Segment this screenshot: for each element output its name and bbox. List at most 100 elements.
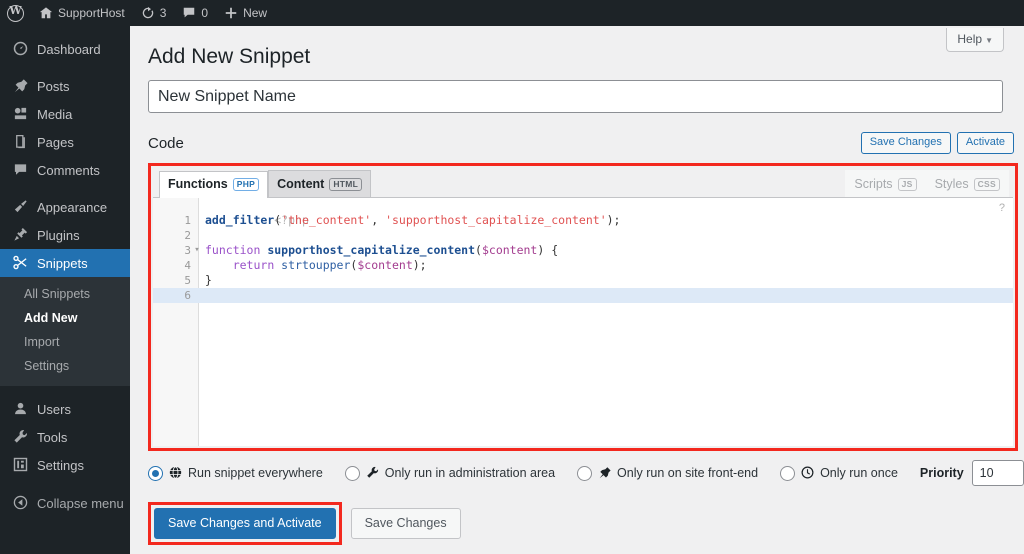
code-fold-toggle-icon[interactable]: ▾	[193, 243, 201, 258]
save-changes-top-button[interactable]: Save Changes	[860, 132, 951, 155]
collapse-menu-label: Collapse menu	[37, 495, 124, 511]
sidebar-subitem-import[interactable]: Import	[0, 330, 130, 354]
tab-content-label: Content	[277, 176, 325, 191]
save-changes-button[interactable]: Save Changes	[350, 508, 461, 540]
scope-label-once: Only run once	[820, 466, 898, 481]
scissors-icon	[11, 255, 29, 272]
code-editor-highlight-box: Functions PHP Content HTML Scripts JS St…	[148, 163, 1018, 452]
radio-run-frontend[interactable]	[577, 465, 593, 481]
adminbar-new-content[interactable]: New	[216, 0, 275, 26]
collapse-menu-button[interactable]: Collapse menu	[0, 488, 130, 518]
users-icon	[11, 401, 29, 418]
pin-icon	[11, 78, 29, 95]
help-button[interactable]: Help ▼	[946, 28, 1004, 53]
radio-run-once[interactable]	[780, 465, 796, 481]
priority-group: Priority	[919, 460, 1024, 487]
code-line: 4 return strtoupper($content);	[153, 258, 1013, 273]
menu-spacer-4	[0, 479, 130, 488]
sidebar-item-posts[interactable]: Posts	[0, 72, 130, 100]
code-line: 6	[153, 288, 1013, 304]
sidebar-label-settings: Settings	[37, 457, 84, 473]
wrench-icon	[366, 466, 379, 481]
save-and-activate-button[interactable]: Save Changes and Activate	[154, 508, 336, 540]
tab-functions-label: Functions	[168, 177, 228, 192]
sidebar-subitem-add-new[interactable]: Add New	[0, 306, 130, 330]
radio-run-admin[interactable]	[344, 465, 360, 481]
tools-icon	[11, 429, 29, 446]
page-title: Add New Snippet	[148, 45, 311, 68]
priority-label: Priority	[919, 466, 964, 481]
chevron-down-icon: ▼	[985, 36, 993, 45]
code-editor: Functions PHP Content HTML Scripts JS St…	[153, 168, 1013, 447]
sidebar-label-dashboard: Dashboard	[37, 41, 101, 57]
code-token: 'supporthost_capitalize_content'	[385, 213, 607, 228]
main-content: Help▼ Add New Snippet Code Save Changes …	[130, 26, 1024, 554]
tab-styles[interactable]: Styles CSS	[925, 170, 1009, 198]
menu-spacer-2	[0, 184, 130, 193]
activate-top-button[interactable]: Activate	[956, 132, 1014, 155]
wordpress-logo-icon	[7, 4, 24, 22]
sidebar-item-plugins[interactable]: Plugins	[0, 221, 130, 249]
sidebar-subitem-all-snippets[interactable]: All Snippets	[0, 282, 130, 306]
code-token: add_filter	[205, 213, 275, 228]
tab-scripts-label: Scripts	[854, 176, 893, 191]
sidebar-item-appearance[interactable]: Appearance	[0, 193, 130, 221]
code-token: );	[606, 213, 621, 228]
sidebar-subitem-settings[interactable]: Settings	[0, 354, 130, 378]
scope-label-admin: Only run in administration area	[384, 466, 556, 481]
sidebar-item-users[interactable]: Users	[0, 395, 130, 423]
adminbar-updates-count: 3	[159, 6, 167, 20]
priority-input[interactable]	[971, 460, 1024, 487]
code-text-area[interactable]: ? <?php 1 add_filter('the_content', 'supp…	[153, 198, 1013, 447]
code-line-opener: <?php	[153, 198, 1013, 227]
code-line-number: 2	[184, 229, 191, 243]
code-line-number: 6	[184, 289, 191, 303]
menu-spacer-top	[0, 26, 130, 35]
adminbar-comments[interactable]: 0	[174, 0, 216, 26]
tab-styles-badge: CSS	[973, 177, 1000, 191]
home-icon	[39, 7, 53, 19]
dashboard-icon	[11, 41, 29, 58]
code-token: return	[232, 258, 282, 273]
sidebar-item-tools[interactable]: Tools	[0, 423, 130, 451]
code-token: ,	[371, 213, 386, 228]
scope-option-once[interactable]: Only run once	[780, 465, 898, 481]
sidebar-item-comments[interactable]: Comments	[0, 156, 130, 184]
sidebar-item-dashboard[interactable]: Dashboard	[0, 35, 130, 63]
scope-options-row: Run snippet everywhere Only run in admin…	[148, 460, 1024, 487]
adminbar-site-name[interactable]: SupportHost	[31, 0, 133, 26]
clock-icon	[801, 466, 814, 481]
code-line-number: 5	[184, 274, 191, 288]
sidebar-label-media: Media	[37, 106, 73, 122]
sidebar-label-appearance: Appearance	[37, 199, 108, 215]
sidebar-label-users: Users	[37, 401, 71, 417]
tab-content[interactable]: Content HTML	[268, 170, 372, 198]
sidebar-item-media[interactable]: Media	[0, 100, 130, 128]
code-line-number: 3	[184, 244, 191, 258]
scope-option-everywhere[interactable]: Run snippet everywhere	[148, 465, 323, 481]
sidebar-item-snippets[interactable]: Snippets	[0, 249, 137, 277]
radio-run-everywhere[interactable]	[148, 465, 163, 481]
code-token: );	[412, 258, 427, 273]
collapse-icon	[11, 495, 29, 512]
code-line-number: 1	[184, 214, 191, 228]
code-tabbar: Functions PHP Content HTML Scripts JS St…	[153, 168, 1013, 199]
save-activate-highlight-box: Save Changes and Activate	[148, 502, 342, 546]
adminbar-wordpress-logo[interactable]	[0, 0, 31, 26]
code-tabbar-right: Scripts JS Styles CSS	[845, 170, 1009, 198]
sidebar-item-settings[interactable]: Settings	[0, 451, 130, 479]
scope-option-frontend[interactable]: Only run on site front-end	[577, 465, 758, 481]
tab-functions[interactable]: Functions PHP	[159, 171, 269, 199]
media-icon	[11, 106, 29, 123]
sidebar-label-pages: Pages	[37, 134, 74, 150]
adminbar-updates[interactable]: 3	[133, 0, 175, 26]
snippet-name-input[interactable]	[148, 80, 1003, 114]
settings-icon	[11, 457, 29, 474]
help-label: Help	[957, 32, 983, 46]
scope-option-admin[interactable]: Only run in administration area	[344, 465, 556, 481]
tab-scripts[interactable]: Scripts JS	[845, 170, 926, 198]
sidebar-item-pages[interactable]: Pages	[0, 128, 130, 156]
code-token: $content	[357, 258, 413, 273]
adminbar-site-label: SupportHost	[58, 6, 125, 20]
